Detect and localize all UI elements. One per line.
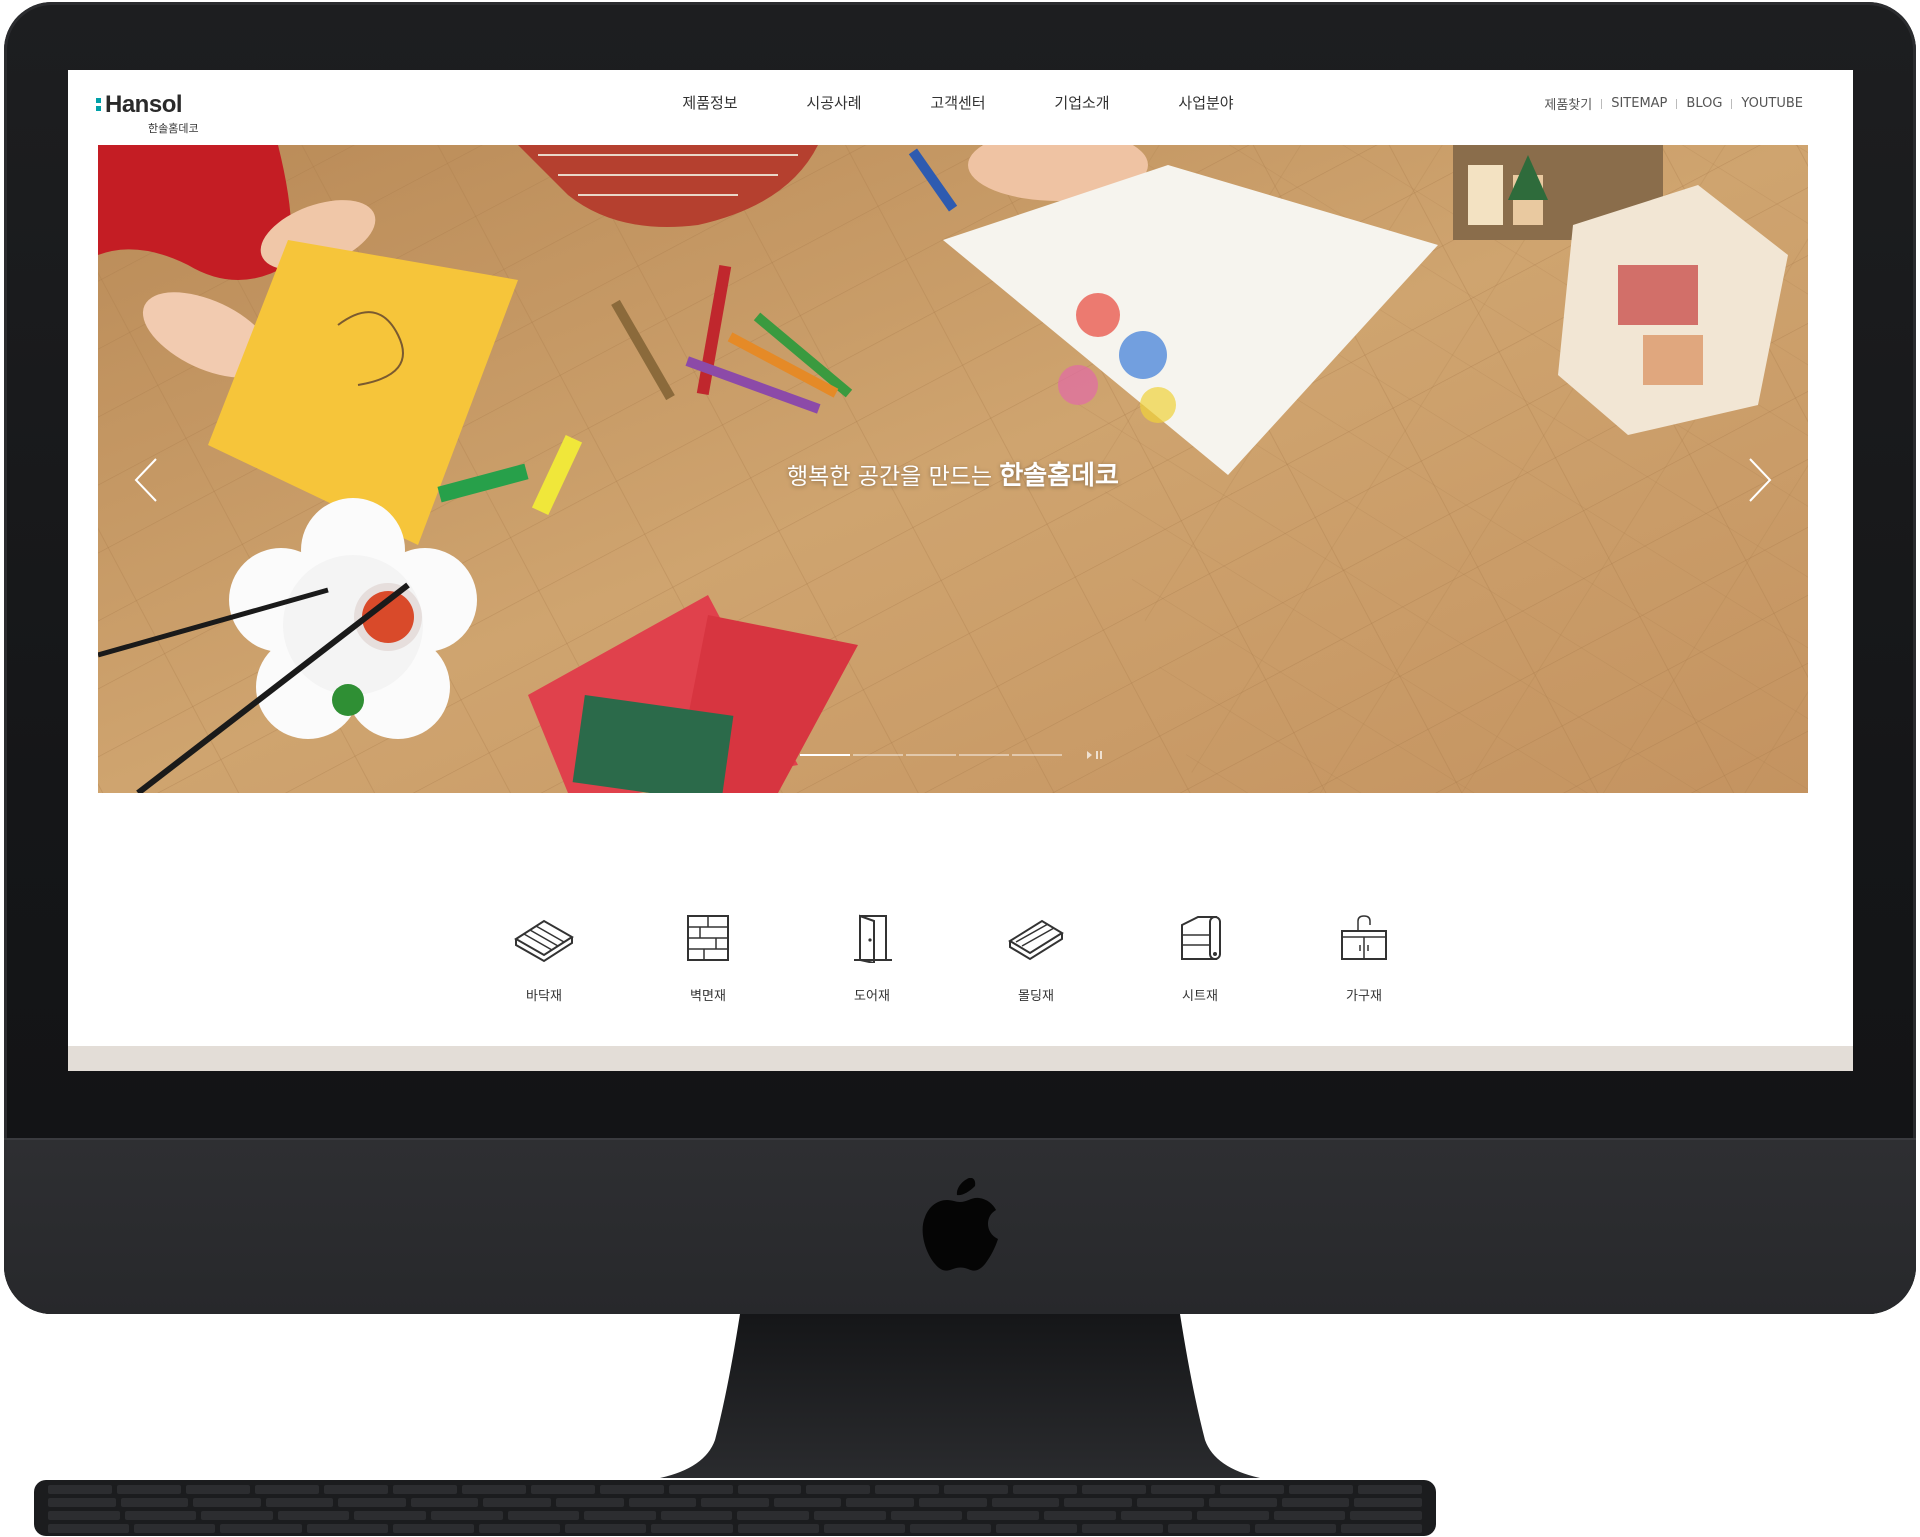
hero-tagline-strong: 한솔홈데코 [999,461,1119,491]
slide-indicator-5[interactable] [1012,754,1062,756]
category-sheet-label: 시트재 [1182,989,1218,1004]
slide-indicator-4[interactable] [959,754,1009,756]
play-pause-icon[interactable] [1087,749,1103,761]
category-door-label: 도어재 [854,989,890,1004]
category-molding[interactable]: 몰딩재 [976,913,1096,1004]
hansol-logo[interactable]: Hansol 한솔홈데코 [96,82,206,135]
site-header: Hansol 한솔홈데코 제품정보 시공사례 고객센터 기업소개 사업분야 제품… [68,70,1853,145]
util-divider [1601,98,1603,109]
nav-item-products[interactable]: 제품정보 [648,92,772,113]
util-link-sitemap[interactable]: SITEMAP [1611,96,1667,111]
category-molding-label: 몰딩재 [1018,989,1054,1004]
section-divider-band [68,1046,1853,1071]
door-icon [854,914,892,963]
molding-icon [1008,919,1064,961]
logo-subtitle: 한솔홈데코 [148,122,199,135]
util-link-blog[interactable]: BLOG [1686,96,1722,111]
nav-item-support[interactable]: 고객센터 [896,92,1020,113]
hero-tagline: 행복한 공간을 만드는 한솔홈데코 [98,455,1808,492]
imac-device: Hansol 한솔홈데코 제품정보 시공사례 고객센터 기업소개 사업분야 제품… [0,0,1920,1537]
category-furniture[interactable]: 가구재 [1304,913,1424,1004]
hero-tagline-light: 행복한 공간을 만드는 [787,464,1000,490]
website-screen: Hansol 한솔홈데코 제품정보 시공사례 고객센터 기업소개 사업분야 제품… [68,70,1853,1071]
category-door[interactable]: 도어재 [812,913,932,1004]
category-wall[interactable]: 벽면재 [648,913,768,1004]
util-divider [1676,98,1678,109]
nav-item-cases[interactable]: 시공사례 [772,92,896,113]
util-link-product-search[interactable]: 제품찾기 [1544,94,1592,113]
nav-item-company[interactable]: 기업소개 [1020,92,1144,113]
category-sheet[interactable]: 시트재 [1140,913,1260,1004]
category-floor-label: 바닥재 [526,989,562,1004]
util-divider [1731,98,1733,109]
sheet-icon [1181,916,1221,960]
slider-prev-button[interactable] [126,455,166,505]
logo-wordmark: Hansol [105,91,183,118]
main-nav: 제품정보 시공사례 고객센터 기업소개 사업분야 [648,92,1268,113]
chevron-right-icon [1749,458,1772,502]
wall-icon [687,915,729,961]
category-furniture-label: 가구재 [1346,989,1382,1004]
apple-logo-icon [922,1178,998,1271]
slider-next-button[interactable] [1740,455,1780,505]
floor-icon [514,919,574,963]
slider-pagination [800,749,1103,761]
logo-mark-icon [96,98,101,103]
category-wall-label: 벽면재 [690,989,726,1004]
hero-slider: 행복한 공간을 만드는 한솔홈데코 [98,145,1808,793]
slide-indicator-1[interactable] [800,754,850,756]
keyboard [34,1480,1436,1536]
slide-indicator-2[interactable] [853,754,903,756]
furniture-icon [1341,915,1387,960]
utility-links: 제품찾기 SITEMAP BLOG YOUTUBE [1544,94,1803,113]
nav-item-business[interactable]: 사업분야 [1144,92,1268,113]
slide-indicator-3[interactable] [906,754,956,756]
category-floor[interactable]: 바닥재 [484,913,604,1004]
util-link-youtube[interactable]: YOUTUBE [1741,96,1803,111]
chevron-left-icon [134,458,157,502]
